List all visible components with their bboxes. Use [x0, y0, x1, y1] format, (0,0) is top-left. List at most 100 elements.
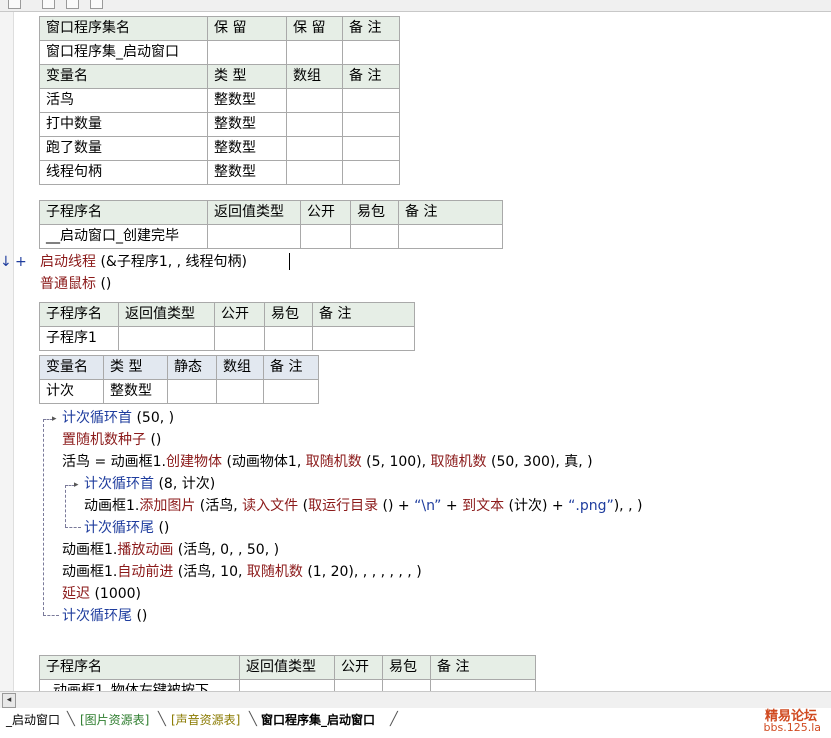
code-text: 活鸟 = 动画框1. [62, 454, 166, 470]
tab-sound-resources[interactable]: [声音资源表] [167, 710, 244, 730]
code-line[interactable]: 动画框1.添加图片 (活鸟, 读入文件 (取运行目录 () + “\n” + 到… [84, 495, 642, 517]
var-name-cell[interactable]: 活鸟 [39, 88, 208, 113]
window-set-name-cell[interactable]: 窗口程序集_启动窗口 [39, 40, 208, 65]
table-cell[interactable] [350, 224, 399, 249]
code-text: 动画框1. [84, 498, 140, 514]
table-cell[interactable] [342, 40, 400, 65]
tab-separator: ╲ [67, 712, 75, 727]
table-cell[interactable] [207, 40, 287, 65]
code-line[interactable]: 活鸟 = 动画框1.创建物体 (动画物体1, 取随机数 (5, 100), 取随… [62, 451, 593, 473]
command-name: 创建物体 [166, 454, 222, 470]
header-cell: 备 注 [312, 302, 415, 327]
table-cell[interactable] [300, 224, 351, 249]
code-editor[interactable]: 窗口程序集名 保 留 保 留 备 注 窗口程序集_启动窗口 变量名 类 型 数组… [0, 12, 831, 691]
var-name-cell[interactable]: 跑了数量 [39, 136, 208, 161]
code-line[interactable]: 置随机数种子 () [62, 429, 161, 451]
header-cell: 窗口程序集名 [39, 16, 208, 41]
loop-guide-line [43, 419, 44, 615]
table-cell[interactable] [286, 40, 343, 65]
string-literal: “\n” [414, 498, 442, 514]
var-type-cell[interactable]: 整数型 [207, 160, 287, 185]
table-cell[interactable] [216, 379, 264, 404]
table-cell[interactable] [167, 379, 217, 404]
table-cell[interactable] [263, 379, 319, 404]
code-line[interactable]: 计次循环尾 () [84, 517, 169, 539]
subroutine-table: 子程序名 返回值类型 公开 易包 备 注 __启动窗口_创建完毕 [39, 200, 503, 249]
command-name: 取随机数 [430, 454, 487, 470]
table-cell[interactable] [286, 160, 343, 185]
table-row[interactable]: _动画框1_物体左键被按下 [39, 679, 536, 691]
var-type-cell[interactable]: 整数型 [207, 112, 287, 137]
var-name-cell[interactable]: 打中数量 [39, 112, 208, 137]
header-cell: 易包 [350, 200, 399, 225]
table-cell[interactable] [382, 679, 431, 691]
table-cell[interactable] [207, 224, 301, 249]
toolbar-button-1[interactable] [8, 0, 21, 9]
command-name: 取随机数 [246, 564, 303, 580]
horizontal-scrollbar[interactable]: ◂ [0, 691, 831, 708]
subroutine-name-cell[interactable]: __启动窗口_创建完毕 [39, 224, 208, 249]
code-text: 动画框1. [62, 542, 118, 558]
table-cell[interactable] [239, 679, 335, 691]
var-name-cell[interactable]: 计次 [39, 379, 104, 404]
table-cell[interactable] [286, 112, 343, 137]
table-cell[interactable] [312, 326, 415, 351]
var-type-cell[interactable]: 整数型 [103, 379, 168, 404]
code-line[interactable]: 动画框1.播放动画 (活鸟, 0, , 50, ) [62, 539, 279, 561]
code-line[interactable]: 计次循环尾 () [62, 605, 147, 627]
command-args: (8, 计次) [154, 476, 216, 492]
code-line[interactable]: 启动线程 (&子程序1, , 线程句柄) [40, 251, 247, 273]
code-line[interactable]: 普通鼠标 () [40, 273, 111, 295]
tab-window-program-set[interactable]: 窗口程序集_启动窗口 [257, 710, 379, 730]
table-cell[interactable] [286, 136, 343, 161]
table-cell[interactable] [214, 326, 265, 351]
toolbar-button-2[interactable] [42, 0, 55, 9]
header-cell: 子程序名 [39, 655, 240, 680]
header-cell: 返回值类型 [118, 302, 215, 327]
header-cell: 静态 [167, 355, 217, 380]
code-line[interactable]: 动画框1.自动前进 (活鸟, 10, 取随机数 (1, 20), , , , ,… [62, 561, 422, 583]
table-cell[interactable] [342, 160, 400, 185]
table-cell[interactable] [342, 112, 400, 137]
var-type-cell[interactable]: 整数型 [207, 136, 287, 161]
var-type-cell[interactable]: 整数型 [207, 88, 287, 113]
var-name-cell[interactable]: 线程句柄 [39, 160, 208, 185]
header-cell: 备 注 [342, 16, 400, 41]
subroutine-name-cell[interactable]: _动画框1_物体左键被按下 [39, 679, 240, 691]
expand-plus-icon[interactable]: + [15, 251, 27, 273]
table-row[interactable]: 活鸟 整数型 [39, 88, 400, 113]
local-variable-table: 变量名 类 型 静态 数组 备 注 计次 整数型 [39, 355, 319, 404]
table-cell[interactable] [342, 88, 400, 113]
scroll-left-arrow-icon[interactable]: ◂ [2, 693, 16, 708]
table-row[interactable]: 跑了数量 整数型 [39, 136, 400, 161]
table-row[interactable]: 子程序1 [39, 326, 415, 351]
subroutine-name-cell[interactable]: 子程序1 [39, 326, 119, 351]
table-row[interactable]: 计次 整数型 [39, 379, 319, 404]
header-cell: 类 型 [103, 355, 168, 380]
code-line[interactable]: 计次循环首 (8, 计次) [84, 473, 215, 495]
command-args: () [146, 432, 162, 448]
code-line[interactable]: 计次循环首 (50, ) [62, 407, 174, 429]
table-cell[interactable] [286, 88, 343, 113]
table-cell[interactable] [264, 326, 313, 351]
table-cell[interactable] [430, 679, 536, 691]
table-row[interactable]: 打中数量 整数型 [39, 112, 400, 137]
code-line[interactable]: 延迟 (1000) [62, 583, 141, 605]
table-row[interactable]: __启动窗口_创建完毕 [39, 224, 503, 249]
toolbar-button-4[interactable] [90, 0, 103, 9]
table-cell[interactable] [334, 679, 383, 691]
command-args: (1000) [90, 586, 142, 602]
tab-image-resources[interactable]: [图片资源表] [76, 710, 153, 730]
table-cell[interactable] [398, 224, 503, 249]
table-cell[interactable] [118, 326, 215, 351]
tab-bar: _启动窗口 ╲ [图片资源表] ╲ [声音资源表] ╲ 窗口程序集_启动窗口 ╱… [0, 708, 831, 738]
command-args: () [154, 520, 170, 536]
execution-arrow-icon: ↓ [0, 254, 12, 270]
table-row[interactable]: 线程句柄 整数型 [39, 160, 400, 185]
toolbar-button-3[interactable] [66, 0, 79, 9]
code-text: (活鸟, [195, 498, 243, 514]
table-cell[interactable] [342, 136, 400, 161]
command-name: 取运行目录 [308, 498, 379, 514]
subroutine-table: 子程序名 返回值类型 公开 易包 备 注 _动画框1_物体左键被按下 [39, 655, 536, 691]
tab-startup-window[interactable]: _启动窗口 [2, 710, 64, 730]
